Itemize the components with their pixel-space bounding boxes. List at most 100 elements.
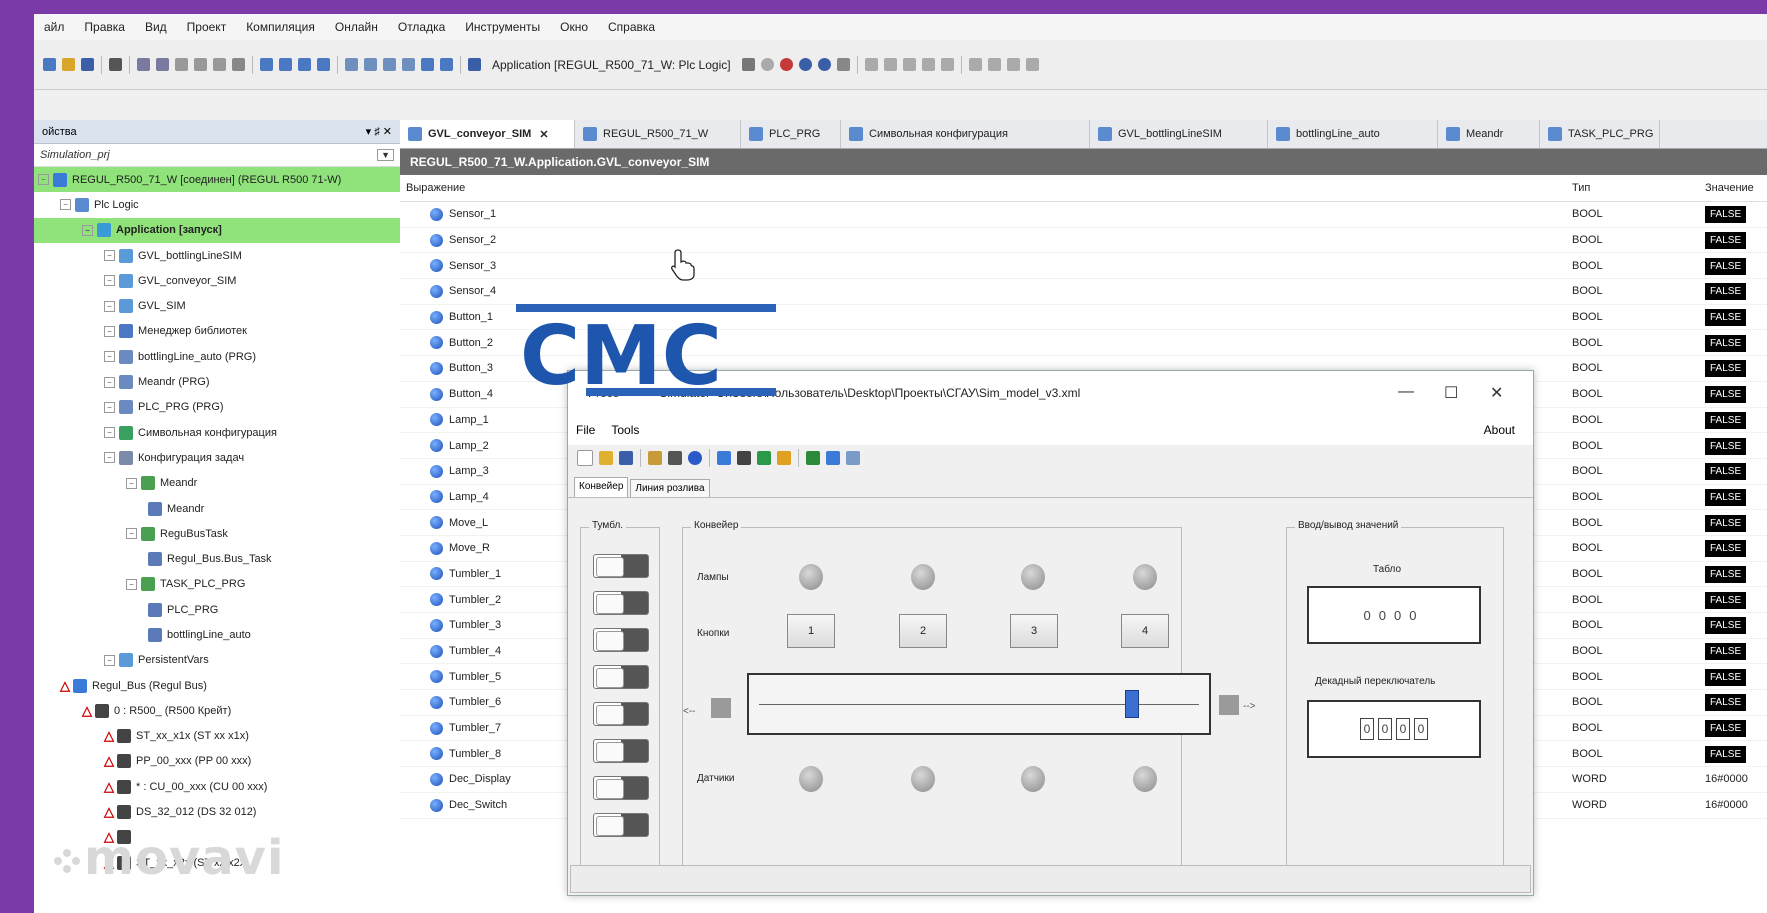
tree-item[interactable]: − Meandr (PRG) <box>34 369 400 394</box>
variable-value[interactable]: FALSE <box>1705 411 1747 429</box>
maximize-button[interactable]: ☐ <box>1444 383 1458 403</box>
tree-item[interactable]: △ Regul_Bus (Regul Bus) <box>34 673 400 698</box>
monitor-icon[interactable] <box>717 451 731 465</box>
bookmark-icon[interactable] <box>298 58 311 71</box>
variable-value[interactable]: FALSE <box>1705 720 1747 738</box>
expand-icon[interactable]: − <box>104 654 115 666</box>
book-icon[interactable] <box>806 451 820 465</box>
open-icon[interactable] <box>62 58 75 71</box>
step-over-icon[interactable] <box>864 58 878 71</box>
close-button[interactable]: ✕ <box>1490 383 1503 403</box>
rebuild-icon[interactable] <box>364 58 377 71</box>
variable-value[interactable]: FALSE <box>1705 334 1747 352</box>
variable-row[interactable]: Sensor_2 BOOL FALSE <box>400 228 1767 254</box>
sim-menu-tools[interactable]: Tools <box>603 423 647 437</box>
tree-item[interactable]: − PLC_PRG (PRG) <box>34 395 400 420</box>
conveyor-button-1[interactable]: 1 <box>787 614 835 648</box>
tab-7[interactable]: TASK_PLC_PRG <box>1540 120 1660 148</box>
expand-icon[interactable]: − <box>104 376 115 388</box>
save-icon[interactable] <box>619 451 633 465</box>
variable-value[interactable]: FALSE <box>1705 617 1747 635</box>
tree-item[interactable]: − Менеджер библиотек <box>34 319 400 344</box>
tree-item[interactable]: − Application [запуск] <box>34 217 400 243</box>
variable-value[interactable]: FALSE <box>1705 437 1747 455</box>
column-expression[interactable]: Выражение <box>406 182 465 194</box>
project-selector[interactable]: Simulation_prj ▼ <box>34 144 400 167</box>
undo-icon[interactable] <box>137 58 150 71</box>
settings-icon[interactable] <box>648 451 662 465</box>
expand-icon[interactable]: − <box>126 528 137 540</box>
search-icon[interactable] <box>260 58 273 71</box>
conveyor-button-3[interactable]: 3 <box>1010 614 1058 648</box>
variable-value[interactable]: FALSE <box>1705 309 1747 327</box>
variable-row[interactable]: Sensor_4 BOOL FALSE <box>400 279 1767 305</box>
tree-item[interactable]: PLC_PRG <box>34 597 400 622</box>
reset-icon[interactable] <box>836 58 850 71</box>
tumbler-switch[interactable] <box>593 628 649 652</box>
run-to-cursor-icon[interactable] <box>921 58 935 71</box>
window-icon[interactable] <box>440 58 453 71</box>
tree-item[interactable]: − ReguBusTask <box>34 521 400 546</box>
menu-window[interactable]: Окно <box>550 20 598 34</box>
expand-icon[interactable]: − <box>38 174 49 186</box>
variable-value[interactable]: 16#0000 <box>1705 773 1748 785</box>
tab-3[interactable]: Символьная конфигурация <box>841 120 1090 148</box>
expand-icon[interactable]: − <box>82 224 93 236</box>
tree-item[interactable]: − GVL_SIM <box>34 293 400 318</box>
expand-icon[interactable]: − <box>104 401 115 413</box>
tree-item[interactable]: − PersistentVars <box>34 648 400 673</box>
tree-item[interactable]: − TASK_PLC_PRG <box>34 572 400 597</box>
active-application-combo[interactable]: Application [REGUL_R500_71_W: Plc Logic] <box>492 58 731 72</box>
variable-value[interactable]: FALSE <box>1705 488 1747 506</box>
variable-value[interactable]: FALSE <box>1705 360 1747 378</box>
expand-icon[interactable]: − <box>126 578 137 590</box>
panel-controls[interactable]: ▾ ♯ ✕ <box>366 125 392 138</box>
menu-file[interactable]: айл <box>34 20 74 34</box>
camera-icon[interactable] <box>737 451 751 465</box>
new-icon[interactable] <box>43 58 56 71</box>
decade-digit[interactable]: 0 <box>1360 718 1374 740</box>
menu-project[interactable]: Проект <box>177 20 237 34</box>
start-icon[interactable] <box>798 58 812 71</box>
tree-item[interactable]: △ PP_00_xxx (PP 00 xxx) <box>34 749 400 774</box>
tree-item[interactable]: △ * : CU_00_xxx (CU 00 xxx) <box>34 774 400 799</box>
sim-menu-file[interactable]: File <box>568 423 603 437</box>
logout-icon[interactable] <box>779 58 793 71</box>
tumbler-switch[interactable] <box>593 776 649 800</box>
delete-icon[interactable] <box>232 58 245 71</box>
expand-icon[interactable]: − <box>104 452 115 464</box>
variable-row[interactable]: Sensor_3 BOOL FALSE <box>400 253 1767 280</box>
tree-item[interactable]: Regul_Bus.Bus_Task <box>34 546 400 571</box>
menu-help[interactable]: Справка <box>598 20 665 34</box>
decade-digit[interactable]: 0 <box>1414 718 1428 740</box>
paste-icon[interactable] <box>213 58 226 71</box>
expand-icon[interactable]: − <box>104 250 115 262</box>
tab-bottling-line[interactable]: Линия розлива <box>630 479 710 497</box>
menu-view[interactable]: Вид <box>135 20 177 34</box>
sim-menu-about[interactable]: About <box>1476 423 1523 437</box>
display-icon[interactable] <box>826 451 840 465</box>
open-icon[interactable] <box>599 451 613 465</box>
column-type[interactable]: Тип <box>1572 182 1590 194</box>
ruler-icon[interactable] <box>846 451 860 465</box>
new-icon[interactable] <box>577 450 593 466</box>
expand-icon[interactable]: − <box>126 477 137 489</box>
tab-1[interactable]: REGUL_R500_71_W <box>575 120 741 148</box>
redo-icon[interactable] <box>156 58 169 71</box>
conveyor-button-2[interactable]: 2 <box>899 614 947 648</box>
tree-item[interactable]: △ DS_32_012 (DS 32 012) <box>34 799 400 824</box>
variable-value[interactable]: FALSE <box>1705 386 1747 404</box>
tab-2[interactable]: PLC_PRG <box>741 120 841 148</box>
tree-item[interactable]: − REGUL_R500_71_W [соединен] (REGUL R500 … <box>34 167 400 193</box>
tree-item[interactable]: − Символьная конфигурация <box>34 420 400 445</box>
step-out-icon[interactable] <box>902 58 916 71</box>
tree-item[interactable]: − GVL_conveyor_SIM <box>34 268 400 293</box>
login-icon[interactable] <box>760 58 774 71</box>
info-icon[interactable] <box>688 451 702 465</box>
bookmark-next-icon[interactable] <box>317 58 330 71</box>
variable-value[interactable]: FALSE <box>1705 257 1747 275</box>
tree-item[interactable]: − Meandr <box>34 471 400 496</box>
menu-online[interactable]: Онлайн <box>325 20 388 34</box>
decade-digit[interactable]: 0 <box>1396 718 1410 740</box>
generate-icon[interactable] <box>402 58 415 71</box>
